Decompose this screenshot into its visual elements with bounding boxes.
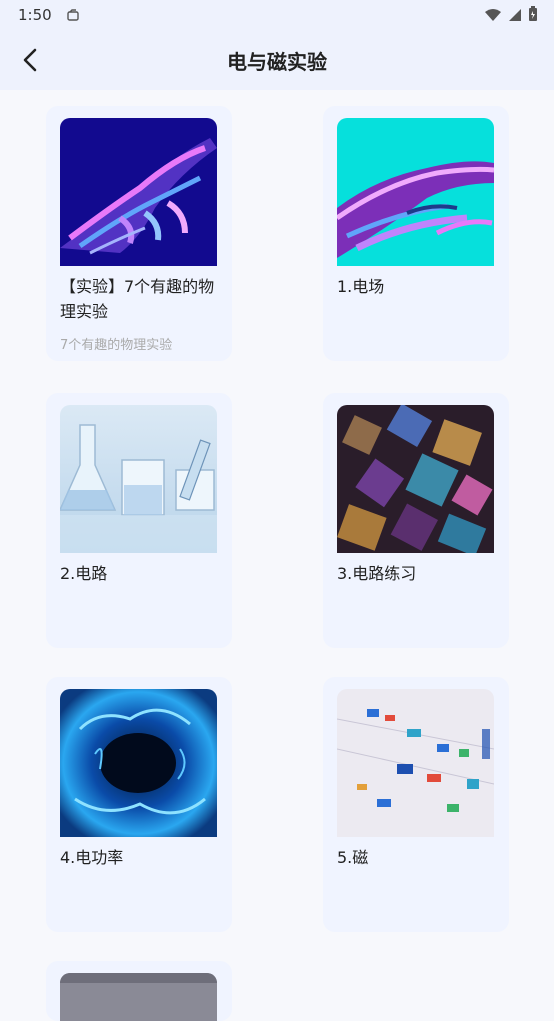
battery-icon (528, 6, 538, 26)
experiment-card-partial[interactable] (46, 961, 232, 1021)
card-title: 3.电路练习 (337, 564, 417, 583)
holographic-hand-cyan-image (337, 118, 494, 266)
experiment-card[interactable]: 2.电路 (46, 393, 232, 648)
card-title: 【实验】7个有趣的物理实验 (60, 277, 215, 321)
partial-card-image (60, 973, 217, 1021)
holographic-hand-image (60, 118, 217, 266)
status-time: 1:50 (18, 6, 52, 24)
lab-glassware-image (60, 405, 217, 553)
signal-icon (508, 7, 522, 26)
card-title: 5.磁 (337, 848, 369, 867)
app-header: 电与磁实验 (0, 30, 554, 90)
experiment-card[interactable]: 4.电功率 (46, 677, 232, 932)
card-title: 1.电场 (337, 277, 385, 296)
status-icons (484, 6, 538, 26)
page-title: 电与磁实验 (227, 50, 327, 74)
experiment-card[interactable]: 【实验】7个有趣的物理实验 7个有趣的物理实验 (46, 106, 232, 361)
wifi-icon (484, 7, 502, 26)
experiment-card[interactable]: 5.磁 (323, 677, 509, 932)
experiment-card[interactable]: 1.电场 (323, 106, 509, 361)
card-title: 2.电路 (60, 564, 108, 583)
bismuth-crystal-image (337, 405, 494, 553)
card-title: 4.电功率 (60, 848, 124, 867)
experiment-card[interactable]: 3.电路练习 (323, 393, 509, 648)
circuit-blocks-image (337, 689, 494, 837)
blue-plasma-image (60, 689, 217, 837)
card-subtitle: 7个有趣的物理实验 (60, 338, 173, 353)
notification-icon (66, 8, 80, 22)
status-bar: 1:50 (0, 0, 554, 30)
